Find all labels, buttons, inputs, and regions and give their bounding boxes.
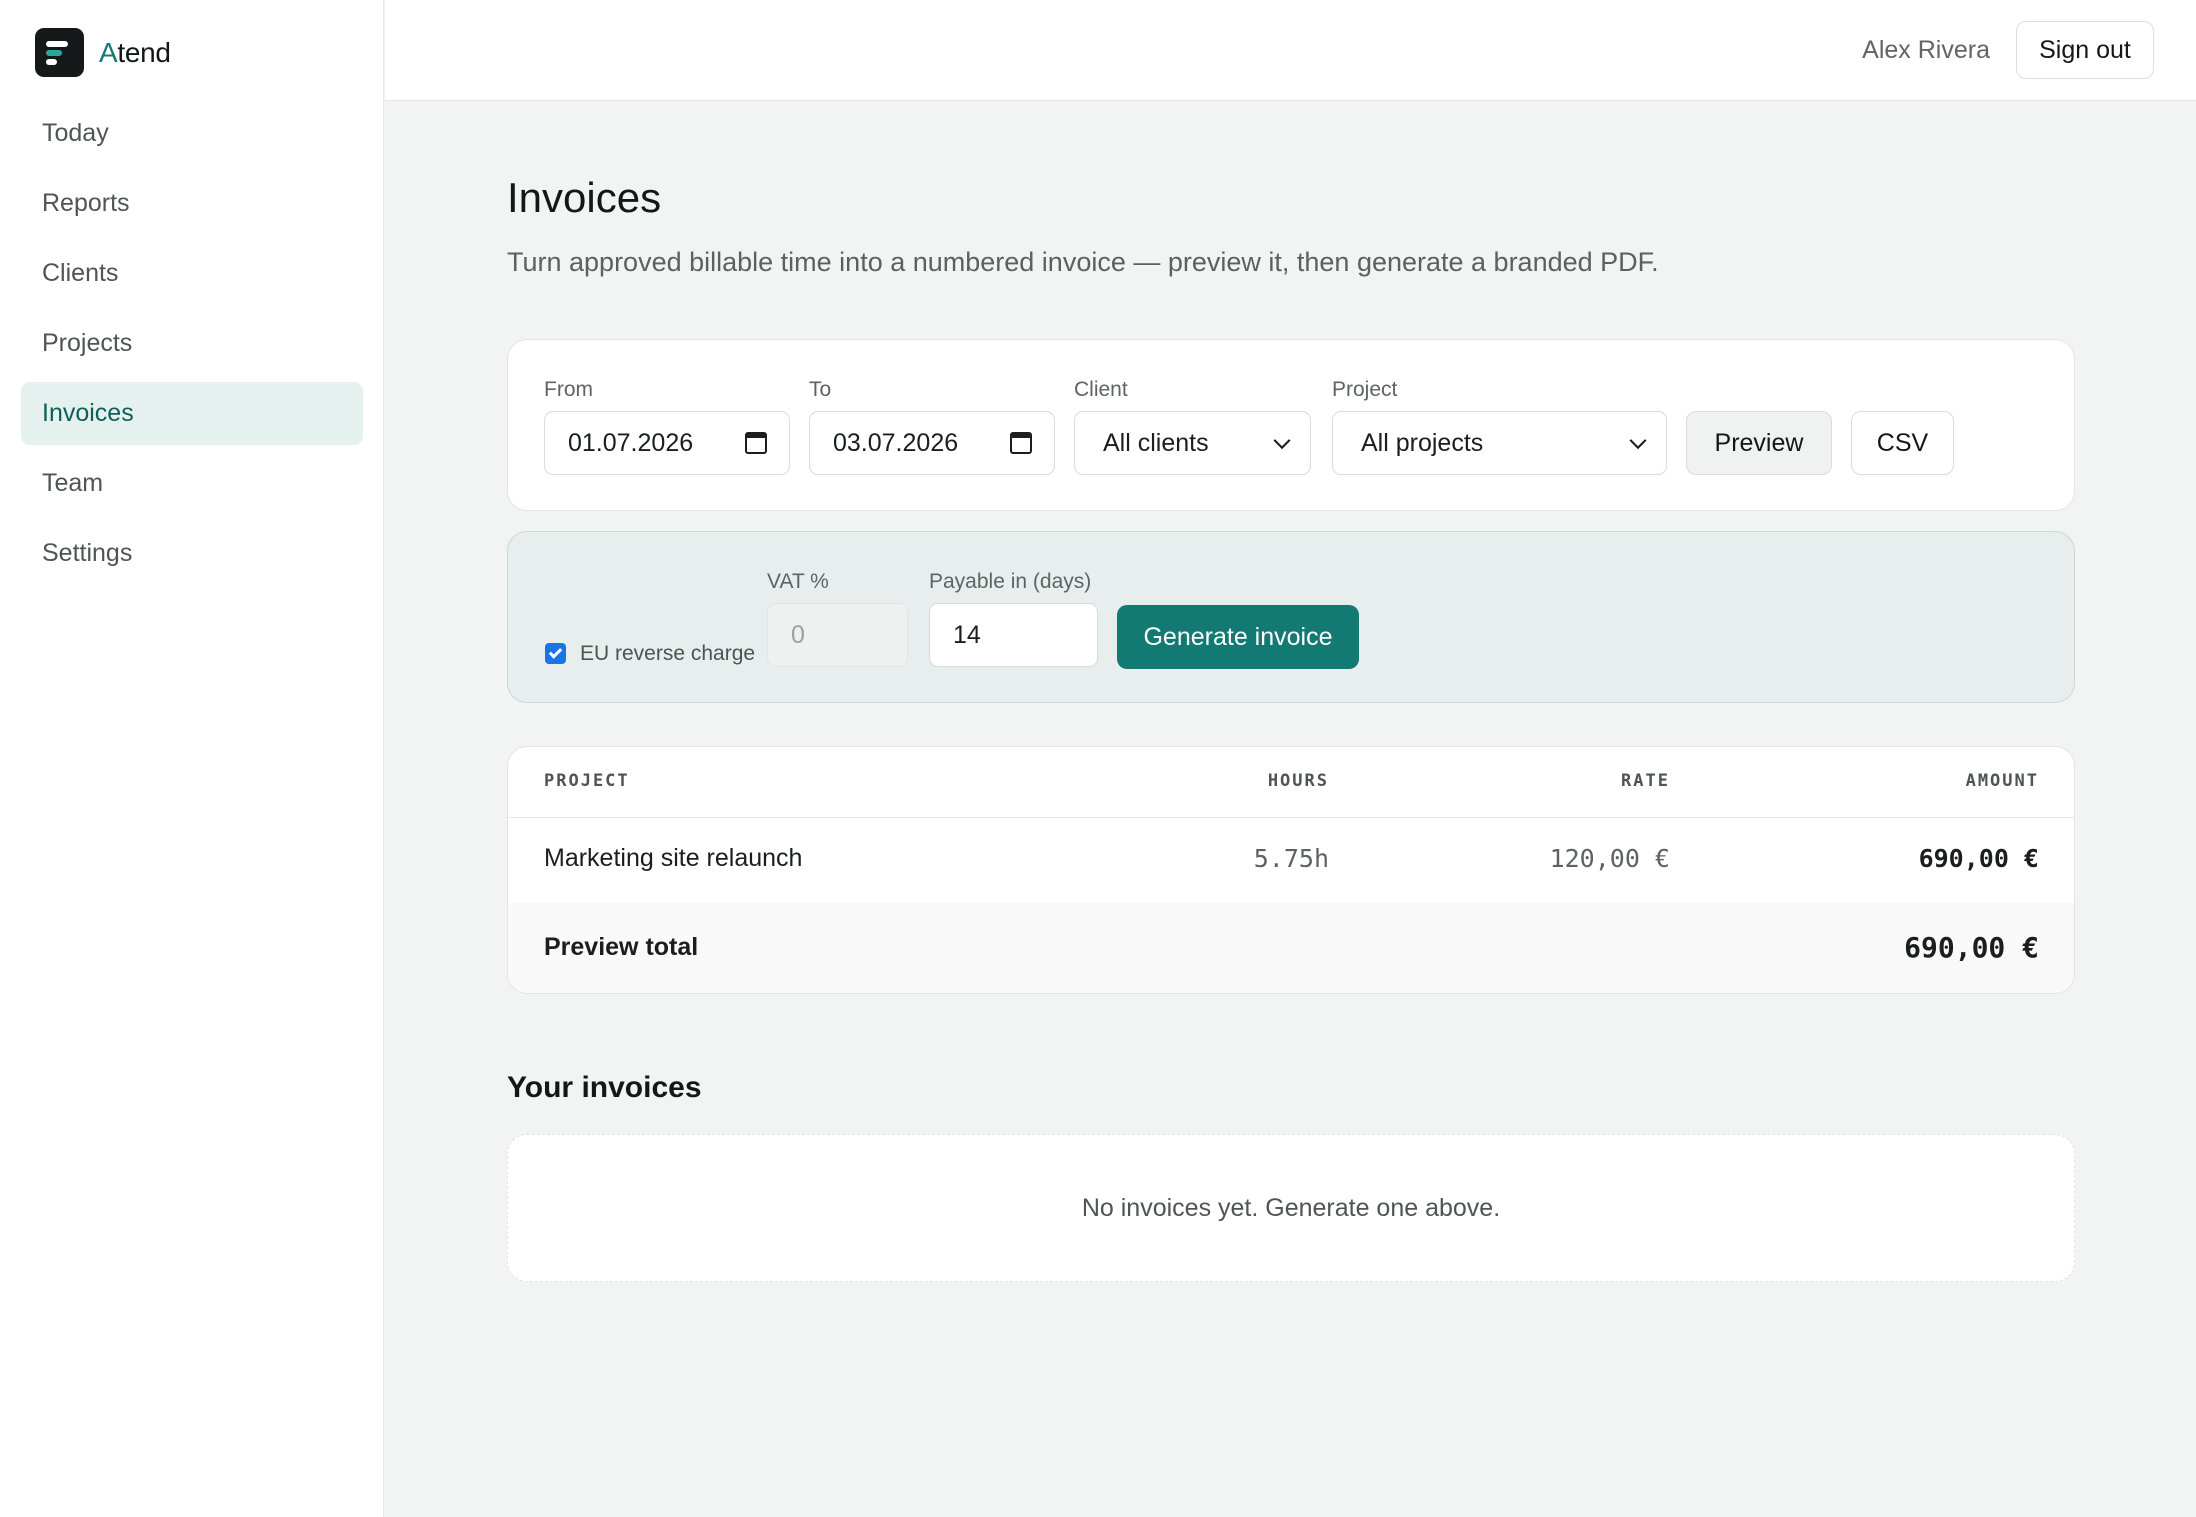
sidebar-item-projects[interactable]: Projects [21,312,363,375]
preview-total-row: Preview total 690,00 € [508,903,2074,993]
client-select[interactable]: All clients [1074,411,1311,475]
to-date-value: 03.07.2026 [833,428,959,457]
user-name: Alex Rivera [1862,36,1990,64]
project-label: Project [1332,378,1398,401]
vat-placeholder: 0 [791,620,805,649]
page-title: Invoices [507,174,662,221]
sidebar-item-clients[interactable]: Clients [21,242,363,305]
sidebar-item-label: Today [42,119,109,147]
csv-button[interactable]: CSV [1851,411,1954,475]
column-header-hours: HOURS [1267,771,1329,791]
chevron-down-icon [1629,432,1647,450]
brand-name-rest: tend [117,36,171,68]
sidebar: Atend Today Reports Clients Projects Inv… [0,0,384,1517]
sidebar-item-label: Clients [42,259,119,287]
vat-label: VAT % [767,570,829,593]
row-amount: 690,00 € [1918,844,2039,873]
your-invoices-title: Your invoices [507,1071,702,1104]
preview-button[interactable]: Preview [1686,411,1832,475]
payable-days-label: Payable in (days) [929,570,1092,593]
sidebar-item-label: Team [42,469,104,497]
project-select[interactable]: All projects [1332,411,1667,475]
sidebar-item-today[interactable]: Today [21,102,363,165]
preview-total-label: Preview total [544,933,699,961]
generate-invoice-panel: EU reverse charge VAT % 0 Payable in (da… [507,531,2075,703]
brand-name: Atend [99,37,171,69]
to-date-input[interactable]: 03.07.2026 [809,411,1055,475]
logo-icon [35,28,84,77]
payable-days-input[interactable]: 14 [929,603,1098,667]
client-label: Client [1074,378,1128,401]
top-bar: Alex Rivera Sign out [385,0,2196,101]
header-divider [508,817,2074,818]
brand-name-initial: A [99,36,118,68]
filters-card: From 01.07.2026 To 03.07.2026 Client All… [507,339,2075,511]
from-date-input[interactable]: 01.07.2026 [544,411,790,475]
from-date-value: 01.07.2026 [568,428,694,457]
sidebar-nav: Today Reports Clients Projects Invoices … [21,102,363,592]
column-header-amount: AMOUNT [1965,771,2039,791]
calendar-icon[interactable] [745,432,767,454]
calendar-icon[interactable] [1010,432,1032,454]
invoice-preview-table: PROJECT HOURS RATE AMOUNT Marketing site… [507,746,2075,994]
empty-state-text: No invoices yet. Generate one above. [1081,1193,1501,1222]
sidebar-item-settings[interactable]: Settings [21,522,363,585]
sidebar-item-reports[interactable]: Reports [21,172,363,235]
project-select-value: All projects [1361,428,1484,457]
payable-days-value: 14 [953,620,981,649]
vat-input[interactable]: 0 [767,603,908,667]
sidebar-item-label: Reports [42,189,130,217]
sidebar-item-team[interactable]: Team [21,452,363,515]
sidebar-item-label: Projects [42,329,133,357]
preview-total-value: 690,00 € [1904,931,2039,964]
brand[interactable]: Atend [35,28,171,77]
chevron-down-icon [1273,432,1291,450]
checkmark-icon [548,645,563,659]
row-hours: 5.75h [1253,844,1329,873]
reverse-charge-label: EU reverse charge [580,642,756,665]
row-project: Marketing site relaunch [544,844,803,872]
from-label: From [544,378,593,401]
column-header-rate: RATE [1621,771,1670,791]
page-subtitle: Turn approved billable time into a numbe… [507,247,1659,277]
reverse-charge-checkbox[interactable] [545,643,566,664]
to-label: To [809,378,832,401]
client-select-value: All clients [1103,428,1209,457]
row-rate: 120,00 € [1549,844,1670,873]
sidebar-item-label: Settings [42,539,133,567]
sidebar-item-label: Invoices [42,399,134,427]
sidebar-item-invoices[interactable]: Invoices [21,382,363,445]
column-header-project: PROJECT [544,771,630,791]
invoices-empty-state: No invoices yet. Generate one above. [507,1134,2075,1282]
sign-out-button[interactable]: Sign out [2016,21,2154,79]
generate-invoice-button[interactable]: Generate invoice [1117,605,1359,669]
